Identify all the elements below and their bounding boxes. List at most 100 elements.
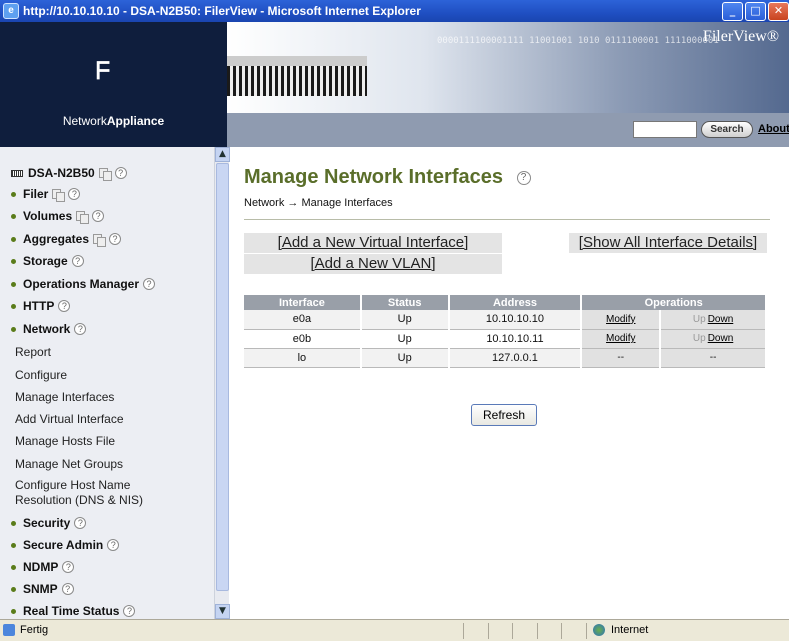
add-virtual-interface-link[interactable]: [Add a New Virtual Interface] <box>244 233 502 253</box>
window-title-bar[interactable]: e http://10.10.10.10 - DSA-N2B50: FilerV… <box>0 0 789 22</box>
sidebar-item-label: Network <box>23 322 71 336</box>
sidebar-item-volumes[interactable]: Volumes ? <box>11 209 105 224</box>
minimize-button[interactable]: _ <box>722 1 743 21</box>
page-title-text: Manage Network Interfaces <box>244 166 503 188</box>
sidebar-item-label: Storage <box>23 254 68 268</box>
sidebar-item-http[interactable]: HTTP ? <box>11 299 71 313</box>
cell-operation-modify: -- <box>581 348 662 368</box>
window-title: http://10.10.10.10 - DSA-N2B50: FilerVie… <box>23 4 421 18</box>
cell-address: 127.0.0.1 <box>448 348 583 368</box>
help-icon[interactable]: ? <box>92 210 105 222</box>
netapp-logo-panel: ᖴ NetworkAppliance <box>0 22 227 147</box>
help-icon[interactable]: ? <box>58 300 71 312</box>
sidebar-item-network[interactable]: Network ? <box>11 322 87 336</box>
status-divider <box>561 623 562 639</box>
internet-zone-icon <box>593 624 605 636</box>
sidebar-item-operations-manager[interactable]: Operations Manager ? <box>11 277 156 291</box>
help-icon[interactable]: ? <box>143 278 156 290</box>
sidebar-item-filer[interactable]: Filer ? <box>11 187 81 202</box>
search-input[interactable] <box>633 121 697 138</box>
bullet-icon <box>11 258 16 264</box>
bullet-icon <box>11 303 16 309</box>
status-divider <box>512 623 513 639</box>
security-zone: Internet <box>611 624 649 636</box>
sidebar-subitem-add-virtual-interface[interactable]: Add Virtual Interface <box>15 412 124 427</box>
help-icon[interactable]: ? <box>62 561 75 573</box>
sidebar-item-ndmp[interactable]: NDMP ? <box>11 560 75 574</box>
sidebar-subitem-configure[interactable]: Configure <box>15 368 67 383</box>
bullet-icon <box>11 236 16 242</box>
sidebar-item-aggregates[interactable]: Aggregates ? <box>11 232 122 247</box>
sidebar-item-label: SNMP <box>23 582 58 596</box>
search-button[interactable]: Search <box>701 121 753 138</box>
brand-name: NetworkAppliance <box>62 114 165 128</box>
help-icon[interactable]: ? <box>516 171 531 185</box>
table-row: e0a Up 10.10.10.10 Modify Up Down <box>244 310 767 330</box>
sidebar-subitem-manage-hosts-file[interactable]: Manage Hosts File <box>15 434 115 449</box>
help-icon[interactable]: ? <box>68 188 81 200</box>
modify-link[interactable]: Modify <box>606 333 635 344</box>
sidebar-item-real-time-status[interactable]: Real Time Status ? <box>11 604 136 618</box>
filer-device-image <box>227 56 367 96</box>
sidebar-item-label: Operations Manager <box>23 277 140 291</box>
filer-icon <box>11 169 23 177</box>
scroll-down-arrow-icon[interactable]: ▼ <box>215 604 230 619</box>
sidebar-subitem-configure-host-name[interactable]: Configure Host Name Resolution (DNS & NI… <box>15 478 143 508</box>
status-divider <box>586 623 587 639</box>
about-link[interactable]: About <box>758 123 789 135</box>
up-label: Up <box>692 313 706 325</box>
down-link[interactable]: Down <box>708 333 734 344</box>
help-icon[interactable]: ? <box>114 167 127 179</box>
pages-icon <box>76 210 90 224</box>
sidebar-nav: DSA-N2B50 ? Filer ? Volumes ? Aggregates… <box>0 147 214 619</box>
bullet-icon <box>11 213 16 219</box>
bullet-icon <box>11 542 16 548</box>
bullet-icon <box>11 281 16 287</box>
sidebar-subitem-label: Configure Host Name <box>15 478 131 492</box>
cell-operation-modify: Modify <box>581 310 662 330</box>
down-link[interactable]: Down <box>708 314 734 325</box>
sidebar-item-snmp[interactable]: SNMP ? <box>11 582 74 596</box>
page-done-icon <box>3 624 15 636</box>
sidebar-root[interactable]: DSA-N2B50 ? <box>11 166 127 181</box>
cell-address: 10.10.10.11 <box>448 329 583 349</box>
sidebar-subitem-manage-interfaces[interactable]: Manage Interfaces <box>15 390 114 405</box>
sidebar-item-security[interactable]: Security ? <box>11 516 87 530</box>
sidebar-item-storage[interactable]: Storage ? <box>11 254 84 268</box>
bullet-icon <box>11 586 16 592</box>
status-divider <box>488 623 489 639</box>
help-icon[interactable]: ? <box>71 255 84 267</box>
column-header: Interface <box>244 295 362 310</box>
sidebar-item-secure-admin[interactable]: Secure Admin ? <box>11 538 120 552</box>
sidebar-subitem-report[interactable]: Report <box>15 345 51 360</box>
close-button[interactable]: ✕ <box>768 1 789 21</box>
scroll-up-arrow-icon[interactable]: ▲ <box>215 147 230 162</box>
show-all-interface-details-link[interactable]: [Show All Interface Details] <box>569 233 767 253</box>
refresh-button[interactable]: Refresh <box>471 404 537 426</box>
cell-operation-updown: Up Down <box>660 329 767 349</box>
cell-interface: lo <box>244 348 362 368</box>
modify-link[interactable]: Modify <box>606 314 635 325</box>
help-icon[interactable]: ? <box>74 323 87 335</box>
sidebar-scrollbar[interactable]: ▲ ▼ <box>214 147 230 619</box>
bullet-icon <box>11 191 16 197</box>
sidebar-subitem-label: Resolution (DNS & NIS) <box>15 493 144 507</box>
help-icon[interactable]: ? <box>109 233 122 245</box>
status-divider <box>463 623 464 639</box>
help-icon[interactable]: ? <box>107 539 120 551</box>
interfaces-table: Interface Status Address Operations e0a … <box>244 295 767 368</box>
pages-icon <box>52 188 66 202</box>
pages-icon <box>93 233 107 247</box>
help-icon[interactable]: ? <box>61 583 74 595</box>
help-icon[interactable]: ? <box>123 605 136 617</box>
help-icon[interactable]: ? <box>74 517 87 529</box>
maximize-button[interactable]: □ <box>745 1 766 21</box>
scrollbar-thumb[interactable] <box>216 163 229 591</box>
filerview-banner: 0000111100001111 11001001 1010 011110000… <box>227 22 789 113</box>
banner-binary-text: 0000111100001111 11001001 1010 011110000… <box>437 36 719 46</box>
add-vlan-link[interactable]: [Add a New VLAN] <box>244 254 502 274</box>
sidebar-subitem-manage-net-groups[interactable]: Manage Net Groups <box>15 457 123 472</box>
netapp-logo-icon: ᖴ <box>96 56 111 85</box>
column-header: Operations <box>581 295 767 310</box>
pages-icon <box>98 167 112 181</box>
